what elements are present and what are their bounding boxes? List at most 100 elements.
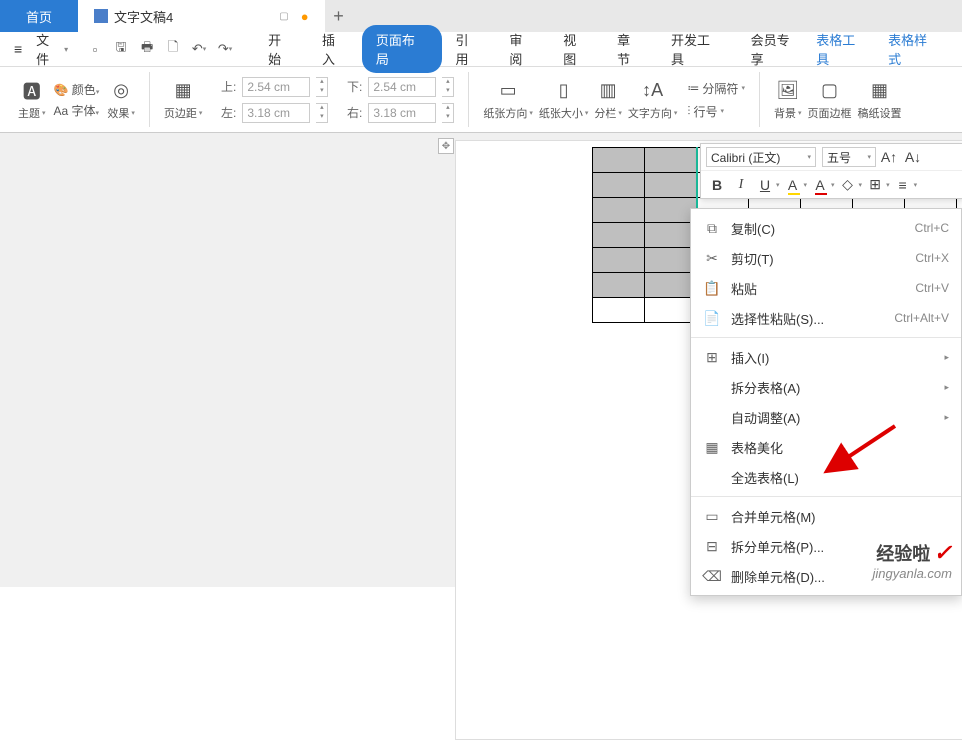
spinner[interactable]: ▴▾ [316,103,328,123]
ctx-split-cells[interactable]: ⊟拆分单元格(P)... [691,531,961,561]
spinner[interactable]: ▴▾ [442,103,454,123]
linenum-dropdown[interactable]: ⫶行号▾ [687,103,745,120]
divider [759,72,760,127]
font-size-select[interactable]: 五号▾ [822,147,876,167]
ribbon-tab-review[interactable]: 审阅 [495,25,549,73]
page-margin-icon: ▦ [170,79,196,103]
table-cell[interactable] [593,298,645,323]
redo-icon[interactable]: ↷▾ [216,40,234,58]
background-button[interactable]: 🖼背景▾ [774,79,802,121]
page-margin-button[interactable]: ▦页边距▾ [164,79,203,121]
paper-size-icon: ▯ [551,79,577,103]
ribbon-tab-insert[interactable]: 插入 [308,25,362,73]
ctx-select-all-table[interactable]: 全选表格(L) [691,462,961,492]
effect-button[interactable]: ◎效果▾ [107,79,135,121]
decrease-font-icon[interactable]: A↓ [902,146,924,168]
increase-font-icon[interactable]: A↑ [878,146,900,168]
ctx-beautify[interactable]: ▦表格美化 [691,432,961,462]
table-style-tab[interactable]: 表格样式 [888,30,940,68]
ctx-merge-cells[interactable]: ▭合并单元格(M) [691,501,961,531]
separator-dropdown[interactable]: ≔分隔符▾ [687,80,745,97]
font-dropdown[interactable]: Aa 字体▾ [54,102,100,119]
hamburger-icon[interactable]: ≡ [8,41,28,57]
separator-icon: ≔ [687,81,699,95]
save-icon[interactable]: 🖫 [112,40,130,58]
border-icon[interactable]: ⊞ [864,174,886,196]
split-cells-icon: ⊟ [703,537,721,555]
text-direction-button[interactable]: ↕A文字方向▾ [628,79,678,121]
table-cell[interactable] [645,298,697,323]
table-cell[interactable] [593,198,645,223]
chevron-down-icon[interactable]: ▾ [914,181,918,189]
ctx-paste-special[interactable]: 📄选择性粘贴(S)...Ctrl+Alt+V [691,303,961,333]
ctx-paste[interactable]: 📋粘贴Ctrl+V [691,273,961,303]
chevron-down-icon[interactable]: ▾ [804,181,808,189]
ribbon-tab-references[interactable]: 引用 [442,25,496,73]
spinner[interactable]: ▴▾ [442,77,454,97]
table-tools-tab[interactable]: 表格工具 [816,30,868,68]
bold-button[interactable]: B [706,174,728,196]
table-cell[interactable] [645,273,697,298]
margin-right-input[interactable] [368,103,436,123]
paper-direction-button[interactable]: ▭纸张方向▾ [483,79,533,121]
word-doc-icon [94,9,108,23]
table-cell[interactable] [645,223,697,248]
table-cell[interactable] [645,173,697,198]
undo-icon[interactable]: ↶▾ [190,40,208,58]
paper-size-button[interactable]: ▯纸张大小▾ [539,79,589,121]
margin-top-input[interactable] [242,77,310,97]
tab-sync-icon[interactable]: ▢ [279,11,288,22]
chevron-down-icon[interactable]: ▾ [776,181,780,189]
italic-button[interactable]: I [730,174,752,196]
chevron-down-icon[interactable]: ▾ [886,181,890,189]
eraser-icon[interactable]: ◇ [837,174,859,196]
ribbon-tab-devtools[interactable]: 开发工具 [657,25,737,73]
margin-bottom-input[interactable] [368,77,436,97]
ribbon: 🅰主题▾ 🎨 颜色▾ Aa 字体▾ ◎效果▾ ▦页边距▾ 上: ▴▾ 左: ▴▾ 下… [0,67,962,133]
table-cell[interactable] [593,273,645,298]
ribbon-tab-view[interactable]: 视图 [549,25,603,73]
table-cell[interactable] [593,223,645,248]
margin-left-input[interactable] [242,103,310,123]
file-menu[interactable]: 文件▾ [28,30,76,68]
chevron-down-icon: ▾ [42,109,46,117]
ribbon-tab-layout[interactable]: 页面布局 [362,25,442,73]
ctx-cut[interactable]: ✂剪切(T)Ctrl+X [691,243,961,273]
new-icon[interactable]: ▫ [86,40,104,58]
theme-button[interactable]: 🅰主题▾ [18,79,46,121]
align-icon[interactable]: ≡ [892,174,914,196]
columns-button[interactable]: ▥分栏▾ [594,79,622,121]
grid-settings-button[interactable]: ▦稿纸设置 [857,79,901,121]
font-color-button[interactable]: A [809,174,831,196]
table-cell[interactable] [645,248,697,273]
print-preview-icon[interactable]: 🗋 [164,40,182,58]
ribbon-tab-section[interactable]: 章节 [603,25,657,73]
print-icon[interactable]: 🖶 [138,40,156,58]
mini-toolbar-row2: B I U▾ A▾ A▾ ◇▾ ⊞▾ ≡▾ [701,171,962,198]
margin-inputs-right: 下:▴▾ 右:▴▾ [338,77,454,123]
table-cell[interactable] [593,148,645,173]
ctx-insert[interactable]: ⊞插入(I)▸ [691,342,961,372]
table-cell[interactable] [645,198,697,223]
ribbon-group-paper: ▭纸张方向▾ ▯纸张大小▾ ▥分栏▾ ↕A文字方向▾ ≔分隔符▾ ⫶行号▾ [473,67,755,132]
underline-button[interactable]: U [754,174,776,196]
chevron-down-icon[interactable]: ▾ [859,181,863,189]
table-move-handle[interactable]: ✥ [438,138,454,154]
color-dropdown[interactable]: 🎨 颜色▾ [54,81,100,98]
ctx-split-table[interactable]: 拆分表格(A)▸ [691,372,961,402]
ctx-copy[interactable]: ⧉复制(C)Ctrl+C [691,213,961,243]
font-family-select[interactable]: Calibri (正文)▾ [706,147,816,167]
orientation-icon: ▭ [495,79,521,103]
table-cell[interactable] [645,148,697,173]
chevron-down-icon[interactable]: ▾ [831,181,835,189]
table-cell[interactable] [593,173,645,198]
ribbon-tab-start[interactable]: 开始 [254,25,308,73]
table-cell[interactable] [593,248,645,273]
margin-left-label: 左: [212,104,236,121]
spinner[interactable]: ▴▾ [316,77,328,97]
highlight-button[interactable]: A [782,174,804,196]
margin-top-label: 上: [212,78,236,95]
ribbon-tab-member[interactable]: 会员专享 [737,25,817,73]
page-border-button[interactable]: ▢页面边框 [807,79,851,121]
ctx-auto-fit[interactable]: 自动调整(A)▸ [691,402,961,432]
